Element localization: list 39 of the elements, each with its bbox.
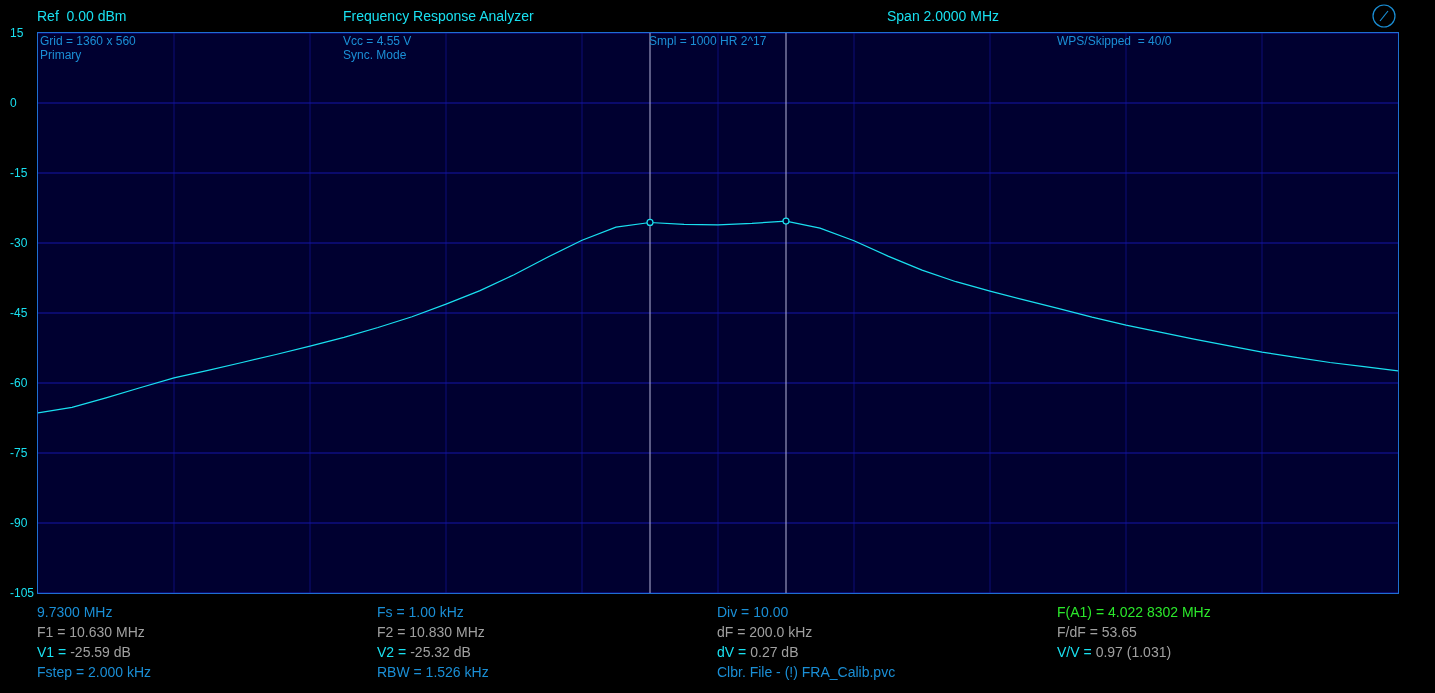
readout-label: V/V = xyxy=(1057,642,1092,662)
readout-text: 9.7300 MHz xyxy=(37,602,113,622)
readout-value: 0.97 (1.031) xyxy=(1095,642,1172,662)
plot-info-text: Primary xyxy=(40,48,83,62)
readout-text: Div = 10.00 xyxy=(717,602,789,622)
readout-text: Fs = 1.00 kHz xyxy=(377,602,464,622)
readout-value: -25.32 dB xyxy=(410,642,471,662)
readout-text: dF = 200.0 kHz xyxy=(717,622,813,642)
y-axis-label: -75 xyxy=(10,446,28,460)
y-axis-label: -15 xyxy=(10,166,28,180)
plot-info-text: Vcc = 4.55 V xyxy=(343,34,413,48)
window-title: Frequency Response Analyzer xyxy=(343,6,535,26)
readout-label: dV = xyxy=(717,642,747,662)
y-axis-label: -60 xyxy=(10,376,28,390)
plot-info-text: Smpl = 1000 HR 2^17 xyxy=(649,34,768,48)
y-axis-label: -45 xyxy=(10,306,28,320)
plot-info-text: Sync. Mode xyxy=(343,48,408,62)
plot-info-text: WPS/Skipped = 40/0 xyxy=(1057,34,1173,48)
readout-text: F(A1) = 4.022 8302 MHz xyxy=(1057,602,1211,622)
span-label: Span 2.0000 MHz xyxy=(887,6,1001,26)
plot-info-text: Grid = 1360 x 560 xyxy=(40,34,137,48)
y-axis-label: -30 xyxy=(10,236,28,250)
y-axis-label: 0 xyxy=(10,96,17,110)
readout-value: 0.27 dB xyxy=(750,642,799,662)
readout-label: V2 = xyxy=(377,642,407,662)
reference-level: Ref 0.00 dBm xyxy=(37,6,128,26)
cursor-line[interactable] xyxy=(782,33,790,593)
readout-text: Fstep = 2.000 kHz xyxy=(37,662,151,682)
readout-text: F1 = 10.630 MHz xyxy=(37,622,145,642)
readout-text: F/dF = 53.65 xyxy=(1057,622,1137,642)
readout-text: F2 = 10.830 MHz xyxy=(377,622,485,642)
readout-text: RBW = 1.526 kHz xyxy=(377,662,489,682)
y-axis-label: -105 xyxy=(10,586,35,600)
readout-label: V1 = xyxy=(37,642,67,662)
dial-icon[interactable] xyxy=(1372,4,1396,28)
y-axis-label: -90 xyxy=(10,516,28,530)
y-axis-label: 15 xyxy=(10,26,24,40)
readout-value: -25.59 dB xyxy=(70,642,131,662)
readout-text: Clbr. File - (!) FRA_Calib.pvc xyxy=(717,662,896,682)
